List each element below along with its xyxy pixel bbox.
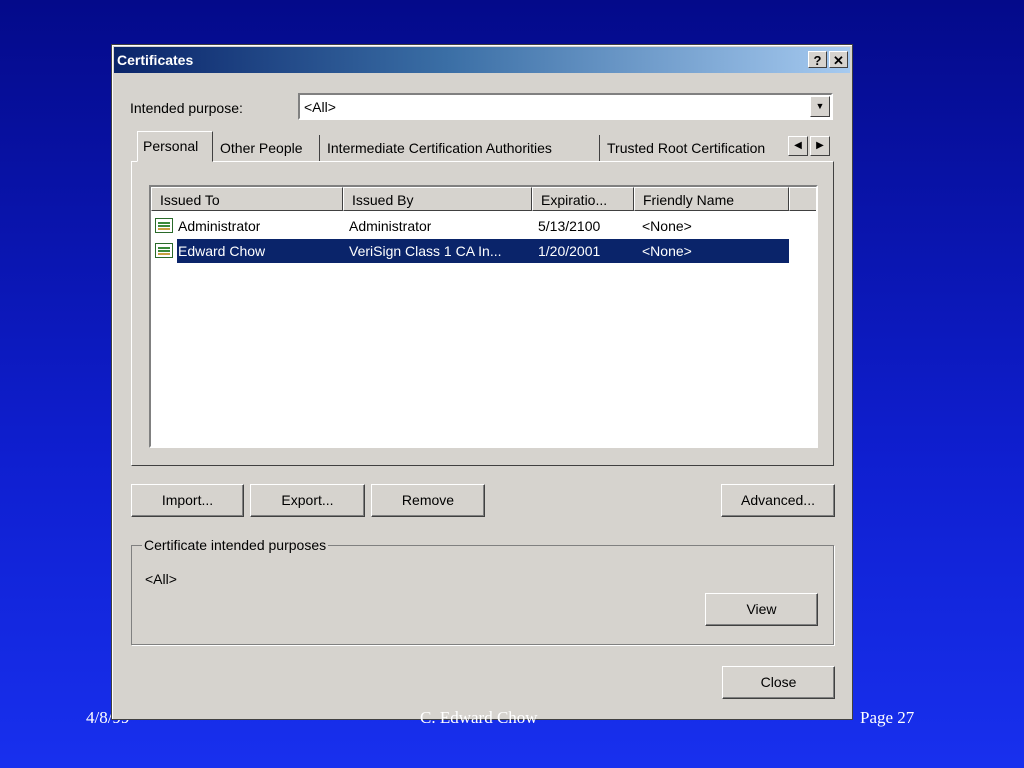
purposes-value: <All> xyxy=(145,571,177,587)
table-row[interactable]: Edward Chow VeriSign Class 1 CA In... 1/… xyxy=(151,239,791,263)
cell-issued-by: VeriSign Class 1 CA In... xyxy=(349,243,502,259)
close-window-button[interactable]: ✕ xyxy=(829,51,848,68)
intended-purpose-select[interactable]: <All> ▼ xyxy=(298,93,833,120)
chevron-down-icon[interactable]: ▼ xyxy=(810,96,830,117)
tab-trusted-root[interactable]: Trusted Root Certification xyxy=(602,135,787,161)
view-button[interactable]: View xyxy=(705,593,818,626)
column-header-issued-to[interactable]: Issued To xyxy=(151,187,343,211)
title-bar[interactable]: Certificates ? ✕ xyxy=(114,47,850,73)
cell-expiration: 5/13/2100 xyxy=(538,218,601,234)
tab-other-people[interactable]: Other People xyxy=(215,135,320,161)
footer-page-number: Page 27 xyxy=(860,708,915,727)
remove-button[interactable]: Remove xyxy=(371,484,485,517)
cell-issued-to: Edward Chow xyxy=(178,243,266,259)
column-header-filler xyxy=(789,187,816,211)
export-button[interactable]: Export... xyxy=(250,484,365,517)
scroll-left-icon[interactable]: ◀ xyxy=(788,136,808,156)
table-row[interactable]: Administrator Administrator 5/13/2100 <N… xyxy=(151,214,791,238)
cell-friendly-name: <None> xyxy=(642,243,692,259)
help-button[interactable]: ? xyxy=(808,51,827,68)
certificate-icon xyxy=(155,243,173,258)
footer-author: C. Edward Chow xyxy=(420,708,538,727)
tab-intermediate-ca[interactable]: Intermediate Certification Authorities xyxy=(322,135,600,161)
close-button[interactable]: Close xyxy=(722,666,835,699)
cell-friendly-name: <None> xyxy=(642,218,692,234)
import-button[interactable]: Import... xyxy=(131,484,244,517)
cell-expiration: 1/20/2001 xyxy=(538,243,601,259)
cell-issued-by: Administrator xyxy=(349,218,432,234)
intended-purpose-label: Intended purpose: xyxy=(130,100,243,116)
column-header-issued-by[interactable]: Issued By xyxy=(343,187,532,211)
certificates-dialog: Certificates ? ✕ Intended purpose: <All>… xyxy=(111,44,853,720)
certificate-icon xyxy=(155,218,173,233)
scroll-right-icon[interactable]: ▶ xyxy=(810,136,830,156)
cell-issued-to: Administrator xyxy=(178,218,261,234)
column-header-expiration[interactable]: Expiratio... xyxy=(532,187,634,211)
intended-purpose-value: <All> xyxy=(304,99,336,115)
purposes-group-label: Certificate intended purposes xyxy=(142,537,329,553)
advanced-button[interactable]: Advanced... xyxy=(721,484,835,517)
column-header-friendly-name[interactable]: Friendly Name xyxy=(634,187,789,211)
certificate-list[interactable]: Issued To Issued By Expiratio... Friendl… xyxy=(149,185,818,448)
tab-personal[interactable]: Personal xyxy=(137,131,213,162)
dialog-title: Certificates xyxy=(117,52,194,68)
